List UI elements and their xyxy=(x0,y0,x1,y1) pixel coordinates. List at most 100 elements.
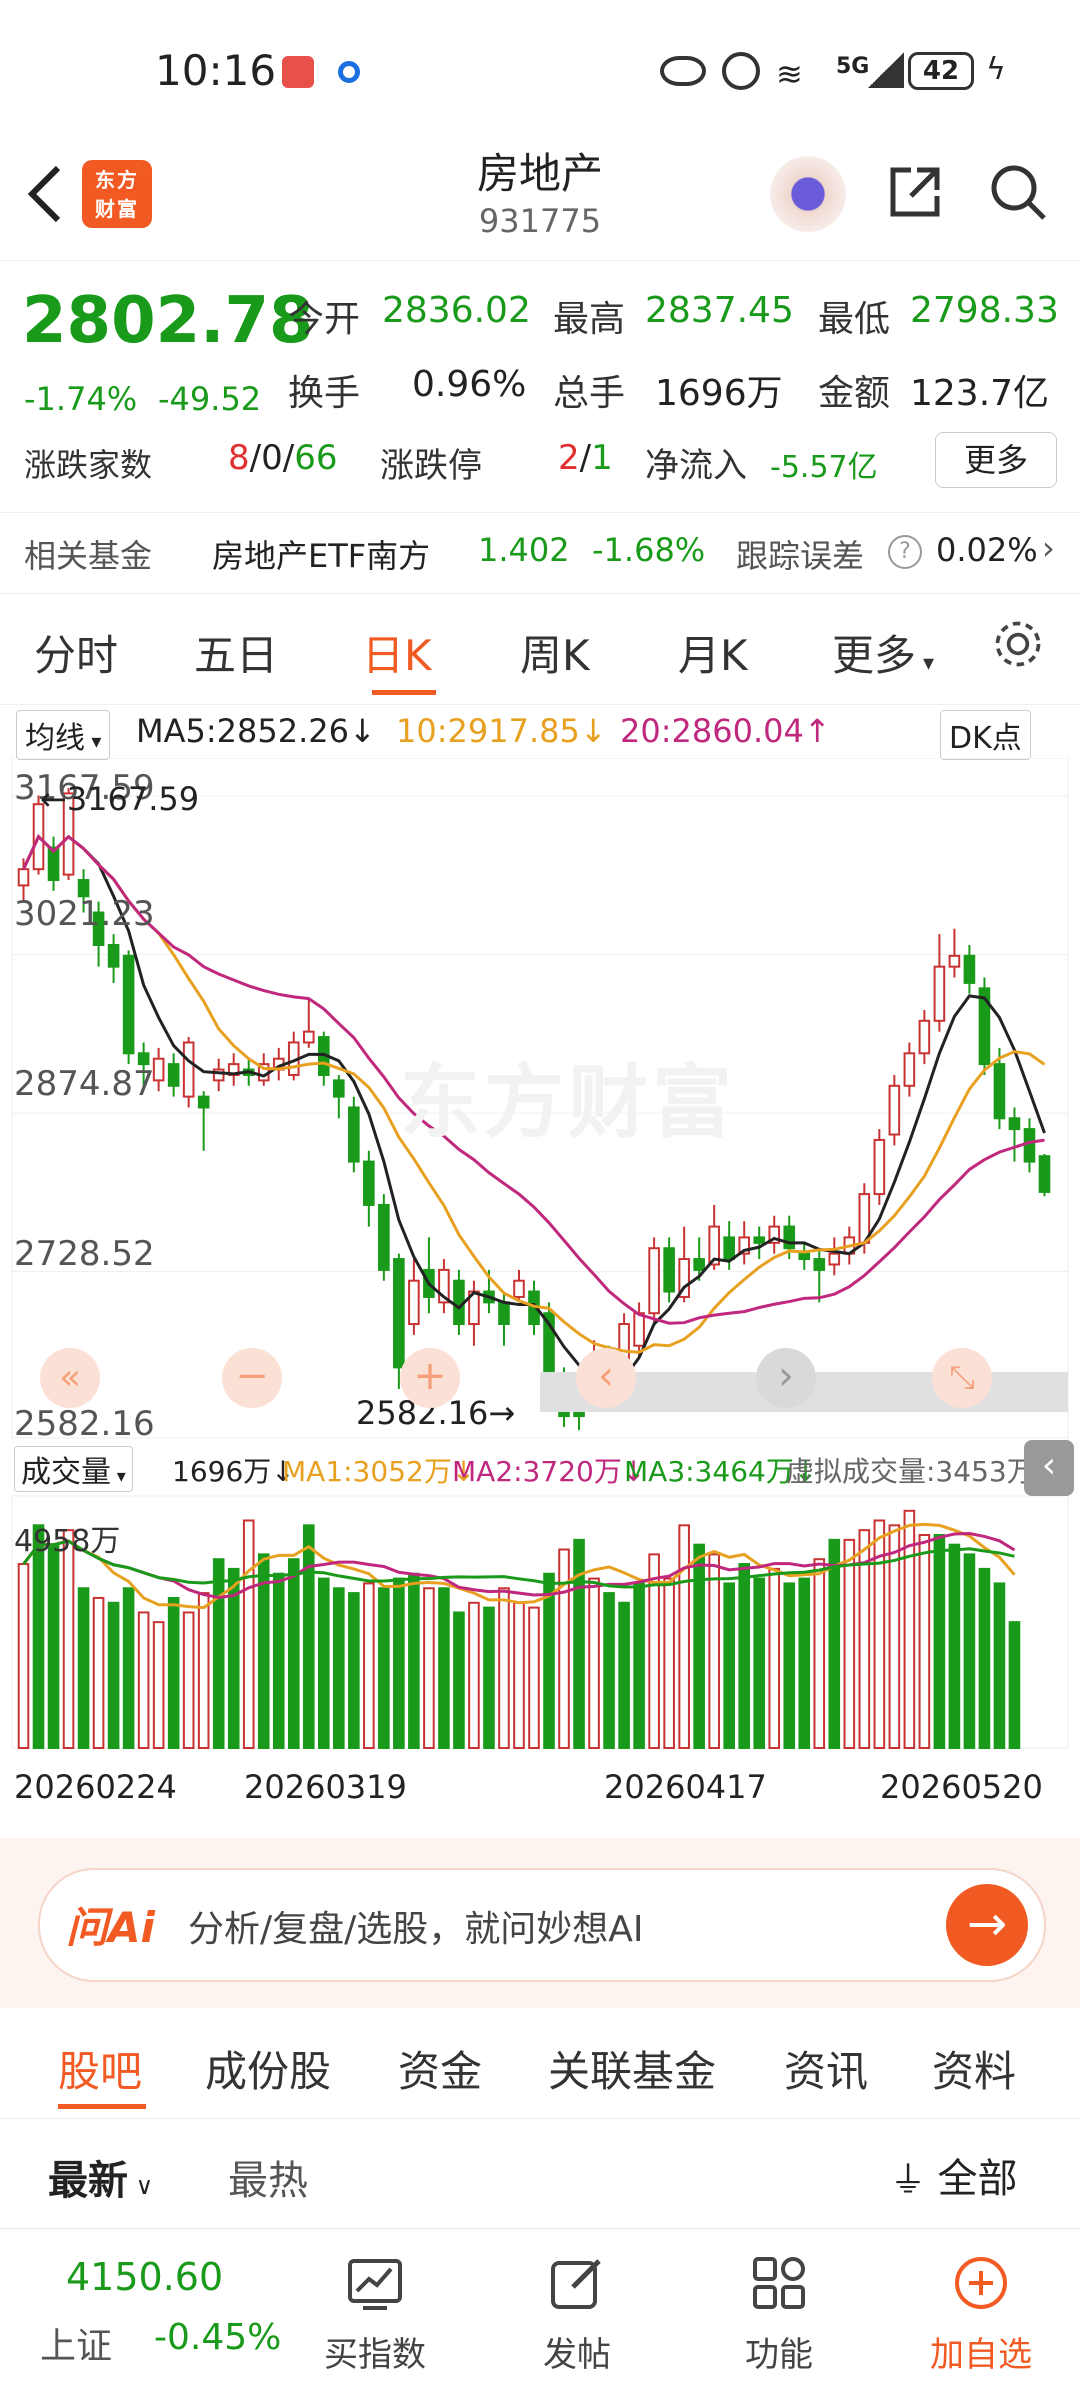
volume-bar xyxy=(948,1543,961,1749)
index-ticker[interactable]: 4150.60 上证 -0.45% xyxy=(0,2229,300,2401)
collapse-panel-icon[interactable]: ‹ xyxy=(1024,1440,1074,1496)
volume-bar xyxy=(333,1587,345,1750)
volume-bar xyxy=(918,1534,931,1749)
candle xyxy=(513,1279,525,1298)
more-button[interactable]: 更多 xyxy=(935,432,1057,488)
tab-monthly-k[interactable]: 月K xyxy=(678,622,748,683)
fullscreen-icon[interactable]: ⤡ xyxy=(932,1348,992,1408)
wifi-icon: ≋ xyxy=(776,55,803,93)
related-fund-row[interactable]: 相关基金 房地产ETF南方 1.402 -1.68% 跟踪误差 ? 0.02% … xyxy=(0,512,1080,594)
candle xyxy=(723,1236,735,1261)
volume-value: 1696万 xyxy=(655,373,783,414)
volume-bar xyxy=(137,1611,150,1750)
scroll-right-icon[interactable]: › xyxy=(756,1348,816,1408)
ai-input[interactable]: 问Ai 分析/复盘/选股，就问妙想AI → xyxy=(38,1868,1046,1982)
sort-hot[interactable]: 最热 xyxy=(228,2148,308,2206)
high-value: 2837.45 xyxy=(645,290,794,331)
candle xyxy=(903,1052,916,1087)
back-arrow-icon[interactable] xyxy=(22,162,70,226)
ma-select[interactable]: 均线 ▾ xyxy=(16,710,111,760)
volume-select[interactable]: 成交量 ▾ xyxy=(14,1446,133,1492)
notification-red-icon xyxy=(282,56,314,88)
volume-bar xyxy=(272,1572,285,1750)
content-tabs: 股吧 成份股 资金 关联基金 资讯 资料 xyxy=(0,2008,1080,2119)
tab-more[interactable]: 更多 ▾ xyxy=(832,622,934,683)
tab-related-funds[interactable]: 关联基金 xyxy=(548,2038,716,2099)
fund-label: 相关基金 xyxy=(24,537,153,575)
candle xyxy=(122,954,135,1055)
fund-price: 1.402 xyxy=(478,531,570,569)
zoom-out-icon[interactable]: − xyxy=(222,1348,282,1408)
tab-intraday[interactable]: 分时 xyxy=(34,622,118,683)
ai-placeholder: 分析/复盘/选股，就问妙想AI xyxy=(188,1909,644,1950)
candle xyxy=(1038,1155,1051,1193)
app-logo: 东方 财富 xyxy=(82,160,152,228)
candle xyxy=(363,1160,375,1206)
index-code: 931775 xyxy=(478,202,602,240)
kline-chart[interactable]: 东方财富 3167.59 3021.23 2874.87 2728.52 258… xyxy=(0,757,1080,1838)
zoom-in-icon[interactable]: + xyxy=(400,1348,460,1408)
dk-point-toggle[interactable]: DK点 xyxy=(940,710,1031,760)
volume-bar xyxy=(167,1596,180,1750)
volume-bar xyxy=(753,1577,766,1749)
nav-buy-index[interactable]: 买指数 xyxy=(310,2229,440,2401)
nav-add-watchlist[interactable]: 加自选 xyxy=(916,2229,1046,2401)
candle xyxy=(197,1095,210,1109)
kline-svg[interactable] xyxy=(0,757,1080,1838)
tab-profile[interactable]: 资料 xyxy=(932,2038,1016,2099)
sort-latest[interactable]: 最新 ∨ xyxy=(48,2148,153,2206)
volume-bar xyxy=(348,1592,360,1749)
volume-bar xyxy=(317,1577,330,1749)
scroll-left-icon[interactable]: ‹ xyxy=(576,1348,636,1408)
candle xyxy=(798,1252,811,1261)
candle xyxy=(348,1106,360,1163)
tab-guba[interactable]: 股吧 xyxy=(58,2038,142,2099)
volume-bar xyxy=(92,1596,105,1750)
candle xyxy=(633,1312,645,1347)
index-pct: -0.45% xyxy=(154,2317,282,2358)
nav-post[interactable]: 发帖 xyxy=(512,2229,642,2401)
tracking-error-value: 0.02% xyxy=(936,531,1038,569)
volume-bar xyxy=(1008,1621,1021,1750)
volume-bar xyxy=(212,1558,225,1749)
quote-panel: 2802.78 -1.74% -49.52 今开 2836.02 最高 2837… xyxy=(0,262,1080,512)
volume-bar xyxy=(798,1577,811,1749)
candle xyxy=(107,944,120,968)
volume-bar xyxy=(122,1587,135,1750)
nav-functions[interactable]: 功能 xyxy=(714,2229,844,2401)
ai-submit-arrow-icon[interactable]: → xyxy=(946,1884,1028,1966)
help-icon[interactable]: ? xyxy=(888,535,922,569)
status-bar: 10:16 ≋ 5G 42 ϟ xyxy=(0,0,1080,140)
settings-gear-icon[interactable] xyxy=(990,616,1046,672)
volume-bar xyxy=(468,1601,480,1749)
volume-bar xyxy=(62,1529,75,1749)
network-type: 5G xyxy=(836,54,870,79)
volume-bar xyxy=(152,1621,165,1750)
search-icon[interactable] xyxy=(988,162,1048,222)
filter-all[interactable]: ⏚ 全部 xyxy=(890,2146,1017,2204)
volume-bar xyxy=(47,1543,60,1749)
scroll-left-fast-icon[interactable]: « xyxy=(40,1348,100,1408)
volume-bar xyxy=(438,1587,450,1750)
open-label: 今开 xyxy=(288,299,361,340)
candle xyxy=(17,868,30,887)
tab-5day[interactable]: 五日 xyxy=(194,622,278,683)
ma20-label: 20:2860.04↑ xyxy=(620,712,831,750)
active-tab-indicator xyxy=(58,2104,146,2109)
tab-weekly-k[interactable]: 周K xyxy=(520,622,590,683)
grid-icon xyxy=(753,2257,805,2309)
volume-bar xyxy=(663,1577,675,1749)
tab-capital[interactable]: 资金 xyxy=(398,2038,482,2099)
volume-bar xyxy=(603,1592,615,1749)
tab-constituents[interactable]: 成份股 xyxy=(205,2038,331,2099)
tab-daily-k[interactable]: 日K xyxy=(362,622,432,683)
page-title: 房地产 xyxy=(476,149,603,198)
open-value: 2836.02 xyxy=(382,290,531,331)
ai-robot-icon[interactable] xyxy=(770,156,846,232)
virtual-volume: 虚拟成交量:3453万 xyxy=(786,1455,1035,1488)
date-label: 20260319 xyxy=(244,1768,407,1806)
share-icon[interactable] xyxy=(885,162,945,222)
inflow-value: -5.57亿 xyxy=(770,450,878,485)
volume-bar xyxy=(393,1577,405,1749)
tab-news[interactable]: 资讯 xyxy=(784,2038,868,2099)
